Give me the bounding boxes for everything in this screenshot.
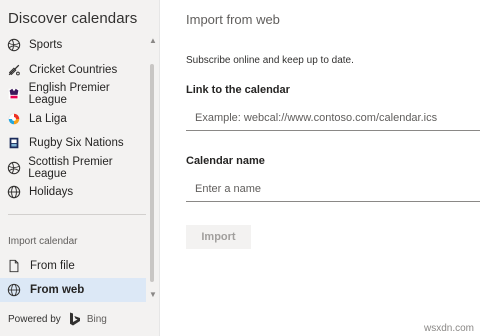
page-subtitle: Subscribe online and keep up to date. bbox=[186, 55, 354, 66]
import-item-from-file[interactable]: From file bbox=[0, 254, 146, 278]
globe-icon bbox=[6, 184, 22, 200]
import-button[interactable]: Import bbox=[186, 225, 251, 249]
calendar-item-label: English Premier League bbox=[28, 82, 110, 107]
calendar-item-la-liga[interactable]: La Liga bbox=[0, 107, 148, 132]
bing-label: Bing bbox=[86, 313, 107, 325]
calendar-item-label: Holidays bbox=[29, 186, 74, 199]
import-item-from-web[interactable]: From web bbox=[0, 278, 146, 302]
powered-by-label: Powered by bbox=[8, 313, 61, 325]
calendar-item-label: La Liga bbox=[29, 112, 67, 125]
globe-icon bbox=[6, 282, 22, 298]
scroll-down-icon[interactable]: ▼ bbox=[149, 290, 157, 300]
calendar-name-input[interactable] bbox=[186, 176, 480, 202]
six-nations-logo-icon bbox=[6, 135, 22, 151]
file-icon bbox=[6, 258, 22, 274]
calendar-item-cricket-countries[interactable]: Cricket Countries bbox=[0, 58, 148, 83]
calendar-item-rugby-six-nations[interactable]: Rugby Six Nations bbox=[0, 131, 148, 156]
sidebar-title: Discover calendars bbox=[8, 10, 138, 27]
powered-by-bing: Powered by Bing bbox=[8, 312, 107, 326]
calendar-item-label: Scottish Premier League bbox=[28, 155, 113, 180]
cricket-bat-icon bbox=[6, 62, 22, 78]
page-title: Import from web bbox=[186, 12, 280, 27]
link-field-label: Link to the calendar bbox=[186, 84, 290, 96]
section-divider bbox=[8, 214, 146, 215]
calendar-item-holidays[interactable]: Holidays bbox=[0, 180, 148, 205]
import-item-label: From file bbox=[30, 260, 75, 272]
calendar-list: Sports Cricket Countries English Premier… bbox=[0, 33, 148, 205]
calendar-item-label: Sports bbox=[29, 39, 63, 52]
scroll-thumb[interactable] bbox=[150, 64, 154, 282]
scroll-up-icon[interactable]: ▲ bbox=[149, 36, 157, 46]
import-item-label: From web bbox=[30, 284, 85, 296]
calendar-link-input[interactable] bbox=[186, 105, 480, 131]
import-options-list: From file From web bbox=[0, 254, 146, 302]
premier-league-logo-icon bbox=[6, 86, 22, 102]
calendar-item-label: Rugby Six Nations bbox=[29, 137, 124, 150]
name-field-label: Calendar name bbox=[186, 155, 265, 167]
bing-logo-icon bbox=[69, 312, 81, 326]
la-liga-logo-icon bbox=[6, 111, 22, 127]
calendar-item-sports[interactable]: Sports bbox=[0, 33, 148, 58]
calendar-item-scottish-premier-league[interactable]: Scottish Premier League bbox=[0, 156, 148, 181]
sidebar-scrollbar[interactable]: ▲ ▼ bbox=[147, 36, 157, 300]
import-calendar-label: Import calendar bbox=[8, 236, 78, 247]
globe-icon bbox=[6, 37, 22, 53]
main-panel: Import from web Subscribe online and kee… bbox=[161, 0, 480, 336]
calendar-item-label: Cricket Countries bbox=[29, 63, 118, 76]
calendar-item-english-premier-league[interactable]: English Premier League bbox=[0, 82, 148, 107]
watermark: wsxdn.com bbox=[423, 323, 474, 334]
sidebar: Discover calendars Sports Cricket Countr… bbox=[0, 0, 160, 336]
globe-icon bbox=[6, 160, 21, 176]
